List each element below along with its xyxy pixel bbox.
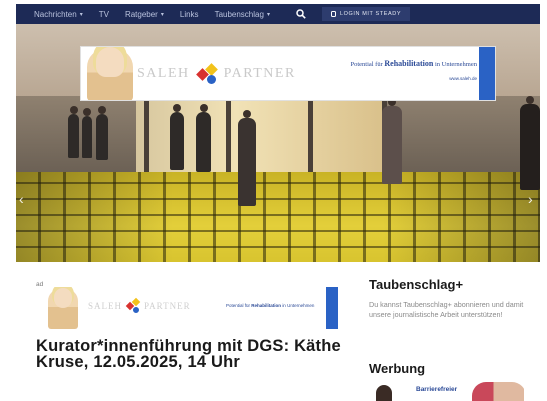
- hero-floor-shade: [16, 172, 540, 262]
- nav-item-label: Ratgeber: [124, 9, 158, 19]
- visitor-figure: [520, 96, 540, 190]
- search-button[interactable]: [290, 4, 312, 24]
- nav-item-taubenschlag[interactable]: Taubenschlag ▾: [207, 4, 278, 24]
- visitor-figure: [68, 106, 79, 158]
- ad-brand-right: PARTNER: [223, 66, 296, 81]
- ad-claim-prefix: Potential für: [350, 61, 383, 68]
- nav-item-ratgeber[interactable]: Ratgeber ▾: [117, 4, 172, 24]
- ad-logo-icon: [125, 297, 141, 315]
- ad-logo-icon: [195, 63, 218, 86]
- visitor-figure: [196, 104, 211, 172]
- ad-portrait: [376, 385, 392, 401]
- chevron-right-icon[interactable]: ›: [528, 192, 533, 206]
- login-steady-button[interactable]: LOGIN MIT STEADY: [321, 7, 411, 21]
- hero-image[interactable]: ‹ › SALEH PARTNER Potential für Rehabili…: [16, 24, 540, 262]
- ad-brand-right: PARTNER: [144, 301, 191, 311]
- search-icon: [296, 9, 306, 19]
- ad-claim: Potential für Rehabilitation in Unterneh…: [226, 303, 314, 308]
- ad-brand-left: SALEH: [137, 66, 190, 81]
- ad-claim-suffix: in Unternehmen: [282, 303, 315, 308]
- visitor-figure: [170, 104, 184, 170]
- ad-claim-bold: Rehabilitation: [251, 303, 282, 308]
- top-navigation: Nachrichten ▾ TV Ratgeber ▾ Links Tauben…: [16, 4, 540, 24]
- ad-claim-suffix: in Unternehmen: [434, 61, 477, 68]
- nav-item-label: Nachrichten: [34, 9, 77, 19]
- login-label: LOGIN MIT STEADY: [339, 11, 402, 17]
- article-banner-ad[interactable]: SALEH PARTNER Potential für Rehabilitati…: [36, 287, 344, 329]
- chevron-down-icon: ▾: [79, 11, 83, 18]
- ad-claim-block: Potential für Rehabilitation in Unterneh…: [327, 59, 477, 81]
- steady-icon: [330, 11, 336, 17]
- ad-brand: SALEH PARTNER: [88, 297, 191, 315]
- nav-item-label: TV: [98, 9, 109, 19]
- werbung-title: Werbung: [369, 361, 426, 376]
- ad-claim-bold: Rehabilitation: [384, 59, 434, 68]
- nav-item-label: Links: [179, 9, 199, 19]
- visitor-figure: [82, 108, 92, 158]
- ad-portrait: [472, 382, 524, 401]
- chevron-down-icon: ▾: [160, 11, 164, 18]
- ad-portrait: [87, 47, 133, 100]
- ad-blue-stripe: [479, 47, 495, 100]
- hero-banner-ad[interactable]: SALEH PARTNER Potential für Rehabilitati…: [80, 46, 496, 101]
- taubenschlag-plus-text: Du kannst Taubenschlag+ abonnieren und d…: [369, 300, 524, 319]
- ad-url: www.saleh.de: [449, 76, 477, 81]
- visitor-figure: [382, 98, 402, 184]
- visitor-figure: [96, 106, 108, 160]
- hero-column: [308, 98, 313, 178]
- ad-claim-prefix: Potential für: [226, 303, 251, 308]
- sidebar-ad[interactable]: Barrierefreier: [374, 380, 524, 401]
- sidebar-ad-text: Barrierefreier: [416, 386, 458, 393]
- ad-brand: SALEH PARTNER: [137, 63, 296, 86]
- ad-brand-left: SALEH: [88, 301, 122, 311]
- nav-item-links[interactable]: Links: [172, 4, 207, 24]
- chevron-left-icon[interactable]: ‹: [19, 192, 24, 206]
- article-headline[interactable]: Kurator*innenführung mit DGS: Käthe Krus…: [36, 338, 348, 371]
- visitor-figure: [238, 110, 256, 206]
- ad-portrait: [48, 288, 78, 329]
- hero-column: [226, 98, 231, 178]
- taubenschlag-plus-title[interactable]: Taubenschlag+: [369, 277, 463, 292]
- nav-item-label: Taubenschlag: [214, 9, 264, 19]
- hero-column: [144, 98, 149, 178]
- nav-item-nachrichten[interactable]: Nachrichten ▾: [16, 4, 91, 24]
- chevron-down-icon: ▾: [266, 11, 270, 18]
- nav-item-tv[interactable]: TV: [91, 4, 117, 24]
- ad-blue-stripe: [326, 287, 338, 329]
- ad-claim: Potential für Rehabilitation in Unterneh…: [327, 59, 477, 68]
